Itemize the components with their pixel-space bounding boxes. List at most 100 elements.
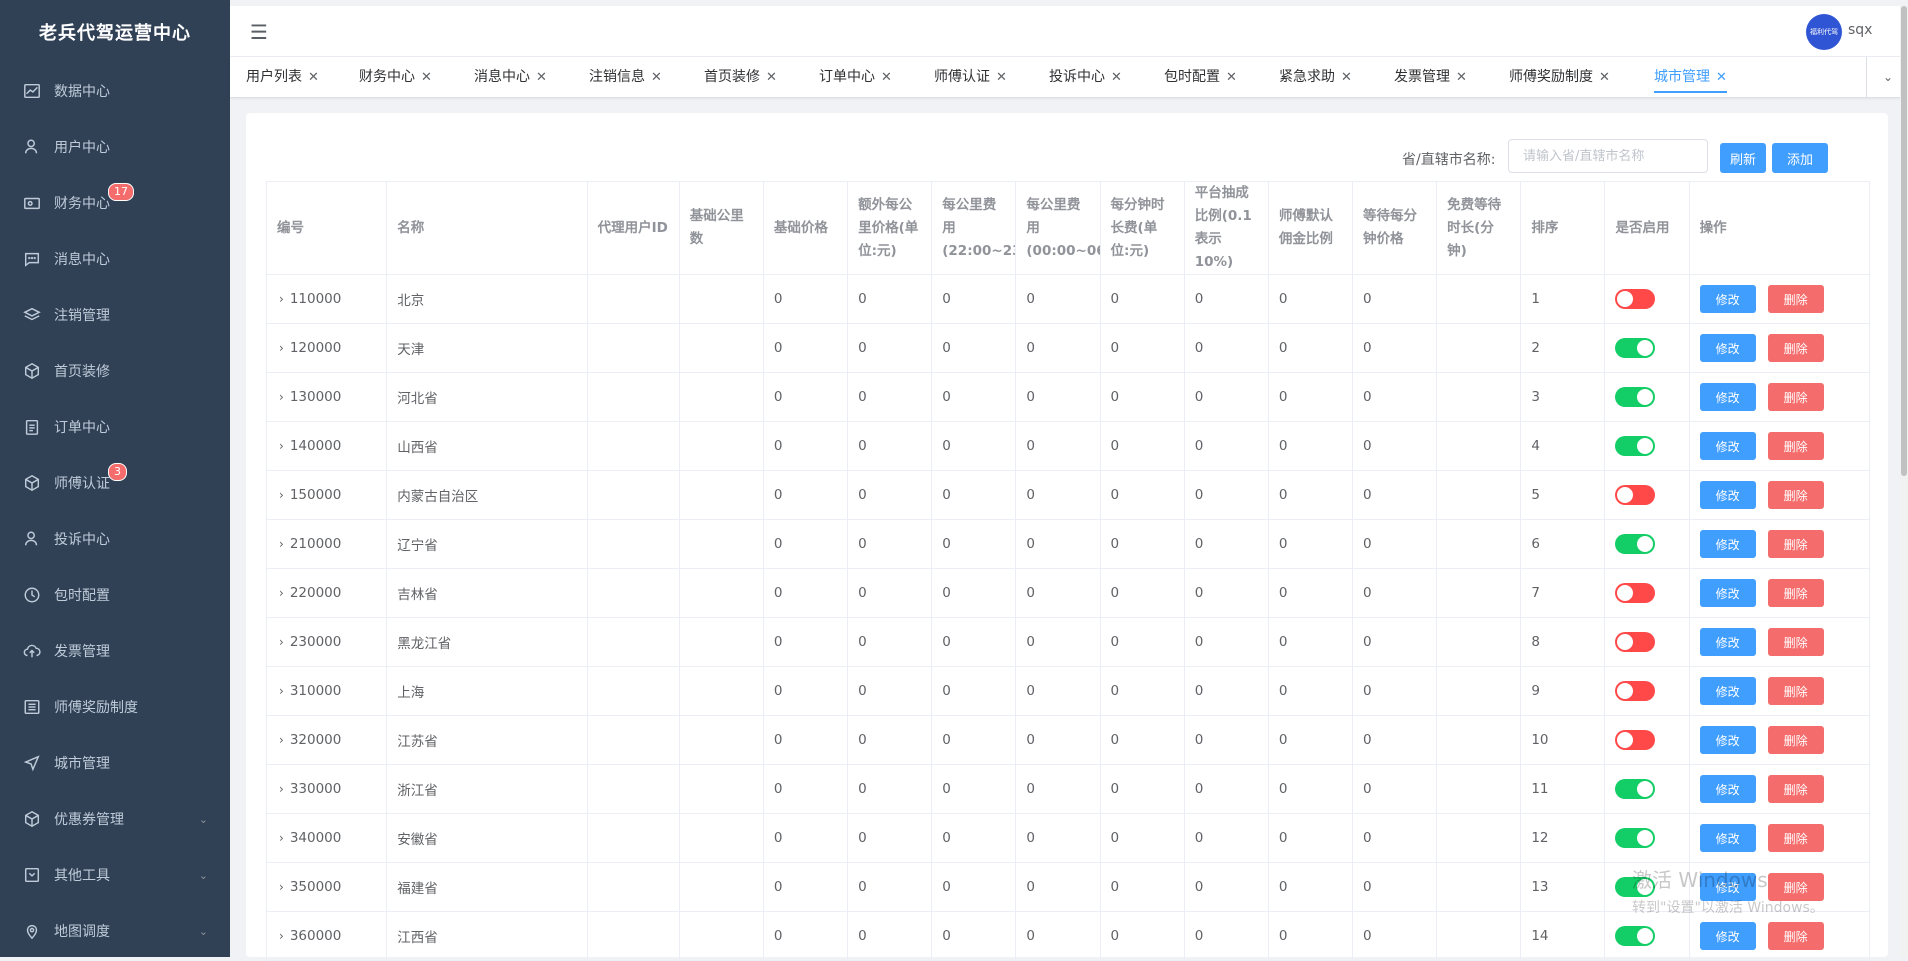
expand-chevron-icon[interactable]: › — [279, 684, 284, 698]
close-icon[interactable]: ✕ — [1716, 70, 1727, 85]
sidebar-item[interactable]: 其他工具 ⌄ — [0, 847, 230, 903]
sidebar-item[interactable]: 发票管理 — [0, 623, 230, 679]
enabled-toggle[interactable] — [1615, 436, 1656, 456]
expand-chevron-icon[interactable]: › — [279, 586, 284, 600]
tab[interactable]: 用户列表 ✕ — [246, 57, 319, 97]
close-icon[interactable]: ✕ — [996, 70, 1007, 85]
tab[interactable]: 师傅认证 ✕ — [934, 57, 1007, 97]
username[interactable]: sqx — [1848, 22, 1872, 38]
edit-button[interactable]: 修改 — [1699, 530, 1756, 558]
edit-button[interactable]: 修改 — [1699, 824, 1756, 852]
close-icon[interactable]: ✕ — [536, 70, 547, 85]
tab[interactable]: 紧急求助 ✕ — [1279, 57, 1352, 97]
tab[interactable]: 订单中心 ✕ — [819, 57, 892, 97]
sidebar-item[interactable]: 城市管理 — [0, 735, 230, 791]
close-icon[interactable]: ✕ — [1226, 70, 1237, 85]
delete-button[interactable]: 删除 — [1767, 432, 1824, 460]
delete-button[interactable]: 删除 — [1767, 775, 1824, 803]
enabled-toggle[interactable] — [1615, 289, 1656, 309]
province-search-input[interactable] — [1508, 139, 1708, 173]
sidebar-item[interactable]: 消息中心 — [0, 231, 230, 287]
sidebar-item[interactable]: 师傅认证 3 — [0, 455, 230, 511]
edit-button[interactable]: 修改 — [1699, 726, 1756, 754]
tab[interactable]: 师傅奖励制度 ✕ — [1509, 57, 1610, 97]
sidebar-item[interactable]: 师傅奖励制度 — [0, 679, 230, 735]
enabled-toggle[interactable] — [1615, 534, 1656, 554]
close-icon[interactable]: ✕ — [308, 70, 319, 85]
tab[interactable]: 包时配置 ✕ — [1164, 57, 1237, 97]
sidebar-item[interactable]: 注销管理 — [0, 287, 230, 343]
enabled-toggle[interactable] — [1615, 926, 1656, 946]
edit-button[interactable]: 修改 — [1699, 432, 1756, 460]
enabled-toggle[interactable] — [1615, 877, 1656, 897]
close-icon[interactable]: ✕ — [881, 70, 892, 85]
delete-button[interactable]: 删除 — [1767, 285, 1824, 313]
delete-button[interactable]: 删除 — [1767, 579, 1824, 607]
edit-button[interactable]: 修改 — [1699, 775, 1756, 803]
enabled-toggle[interactable] — [1615, 632, 1656, 652]
delete-button[interactable]: 删除 — [1767, 334, 1824, 362]
refresh-button[interactable]: 刷新 — [1720, 143, 1766, 173]
tab[interactable]: 城市管理 ✕ — [1654, 57, 1727, 97]
enabled-toggle[interactable] — [1615, 583, 1656, 603]
delete-button[interactable]: 删除 — [1767, 481, 1824, 509]
edit-button[interactable]: 修改 — [1699, 873, 1756, 901]
close-icon[interactable]: ✕ — [651, 70, 662, 85]
delete-button[interactable]: 删除 — [1767, 922, 1824, 950]
add-button[interactable]: 添加 — [1772, 143, 1828, 173]
expand-chevron-icon[interactable]: › — [279, 390, 284, 404]
close-icon[interactable]: ✕ — [421, 70, 432, 85]
delete-button[interactable]: 删除 — [1767, 628, 1824, 656]
close-icon[interactable]: ✕ — [1456, 70, 1467, 85]
sidebar-item[interactable]: 首页装修 — [0, 343, 230, 399]
expand-chevron-icon[interactable]: › — [279, 880, 284, 894]
hamburger-icon[interactable]: ☰ — [250, 20, 268, 44]
expand-chevron-icon[interactable]: › — [279, 635, 284, 649]
expand-chevron-icon[interactable]: › — [279, 782, 284, 796]
enabled-toggle[interactable] — [1615, 681, 1656, 701]
sidebar-item[interactable]: 订单中心 — [0, 399, 230, 455]
sidebar-item[interactable]: 优惠券管理 ⌄ — [0, 791, 230, 847]
enabled-toggle[interactable] — [1615, 730, 1656, 750]
expand-chevron-icon[interactable]: › — [279, 929, 284, 943]
sidebar-item[interactable]: 地图调度 ⌄ — [0, 903, 230, 959]
expand-chevron-icon[interactable]: › — [279, 341, 284, 355]
expand-chevron-icon[interactable]: › — [279, 733, 284, 747]
enabled-toggle[interactable] — [1615, 338, 1656, 358]
close-icon[interactable]: ✕ — [1341, 70, 1352, 85]
tab[interactable]: 消息中心 ✕ — [474, 57, 547, 97]
delete-button[interactable]: 删除 — [1767, 383, 1824, 411]
enabled-toggle[interactable] — [1615, 828, 1656, 848]
edit-button[interactable]: 修改 — [1699, 628, 1756, 656]
edit-button[interactable]: 修改 — [1699, 481, 1756, 509]
sidebar-item[interactable]: 用户中心 — [0, 119, 230, 175]
page-scrollbar[interactable] — [1900, 6, 1908, 957]
delete-button[interactable]: 删除 — [1767, 824, 1824, 852]
sidebar-item[interactable]: 数据中心 — [0, 63, 230, 119]
avatar[interactable]: 福利代驾 — [1806, 14, 1842, 50]
enabled-toggle[interactable] — [1615, 387, 1656, 407]
delete-button[interactable]: 删除 — [1767, 677, 1824, 705]
delete-button[interactable]: 删除 — [1767, 530, 1824, 558]
scrollbar-thumb[interactable] — [1901, 6, 1907, 476]
expand-chevron-icon[interactable]: › — [279, 488, 284, 502]
close-icon[interactable]: ✕ — [1599, 70, 1610, 85]
edit-button[interactable]: 修改 — [1699, 334, 1756, 362]
edit-button[interactable]: 修改 — [1699, 383, 1756, 411]
expand-chevron-icon[interactable]: › — [279, 537, 284, 551]
sidebar-item[interactable]: 投诉中心 — [0, 511, 230, 567]
edit-button[interactable]: 修改 — [1699, 285, 1756, 313]
tab[interactable]: 财务中心 ✕ — [359, 57, 432, 97]
expand-chevron-icon[interactable]: › — [279, 831, 284, 845]
close-icon[interactable]: ✕ — [1111, 70, 1122, 85]
edit-button[interactable]: 修改 — [1699, 677, 1756, 705]
tab[interactable]: 首页装修 ✕ — [704, 57, 777, 97]
delete-button[interactable]: 删除 — [1767, 726, 1824, 754]
expand-chevron-icon[interactable]: › — [279, 439, 284, 453]
tab[interactable]: 注销信息 ✕ — [589, 57, 662, 97]
enabled-toggle[interactable] — [1615, 779, 1656, 799]
edit-button[interactable]: 修改 — [1699, 922, 1756, 950]
sidebar-item[interactable]: 财务中心 17 — [0, 175, 230, 231]
close-icon[interactable]: ✕ — [766, 70, 777, 85]
tab[interactable]: 投诉中心 ✕ — [1049, 57, 1122, 97]
